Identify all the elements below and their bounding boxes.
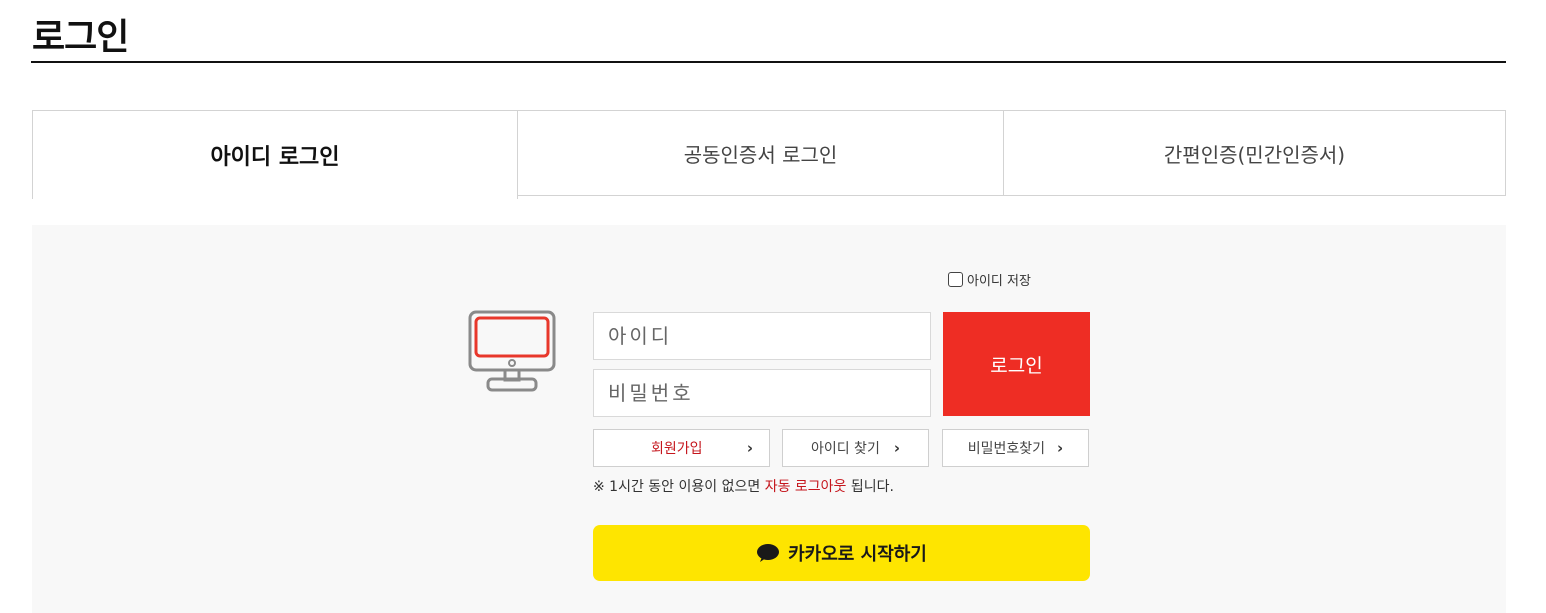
save-id-checkbox[interactable]: 아이디 저장: [948, 270, 1031, 289]
chevron-right-icon: ›: [746, 439, 753, 457]
monitor-icon: [468, 310, 556, 392]
kakao-bubble-icon: [757, 544, 780, 562]
title-divider: [31, 61, 1506, 63]
notice-prefix: ※ 1시간 동안 이용이 없으면: [593, 479, 765, 495]
find-password-label: 비밀번호찾기: [967, 441, 1046, 457]
find-password-button[interactable]: 비밀번호찾기 ›: [942, 429, 1089, 467]
id-input[interactable]: [593, 312, 931, 360]
tab-certificate-login[interactable]: 공동인증서 로그인: [517, 110, 1004, 196]
find-id-button[interactable]: 아이디 찾기 ›: [782, 429, 929, 467]
login-panel: 아이디 저장 로그인 회원가입 › 아이디 찾기 › 비밀번호찾기 › ※ 1시…: [32, 225, 1506, 613]
login-tabs: 아이디 로그인 공동인증서 로그인 간편인증(민간인증서): [32, 110, 1506, 199]
auto-logout-notice: ※ 1시간 동안 이용이 없으면 자동 로그아웃 됩니다.: [593, 476, 894, 496]
kakao-login-button[interactable]: 카카오로 시작하기: [593, 525, 1090, 581]
find-id-label: 아이디 찾기: [810, 441, 880, 457]
notice-suffix: 됩니다.: [846, 479, 894, 495]
tab-simple-auth[interactable]: 간편인증(민간인증서): [1003, 110, 1506, 196]
page-title: 로그인: [32, 17, 129, 58]
chevron-right-icon: ›: [1057, 439, 1064, 457]
signup-button[interactable]: 회원가입 ›: [593, 429, 770, 467]
notice-highlight: 자동 로그아웃: [764, 479, 847, 495]
chevron-right-icon: ›: [893, 439, 901, 457]
tab-id-login[interactable]: 아이디 로그인: [32, 110, 518, 199]
password-input[interactable]: [593, 369, 931, 417]
kakao-login-label: 카카오로 시작하기: [788, 544, 927, 565]
save-id-label: 아이디 저장: [967, 274, 1031, 289]
login-button[interactable]: 로그인: [943, 312, 1090, 416]
signup-label: 회원가입: [651, 441, 703, 457]
checkbox-icon[interactable]: [948, 272, 963, 287]
